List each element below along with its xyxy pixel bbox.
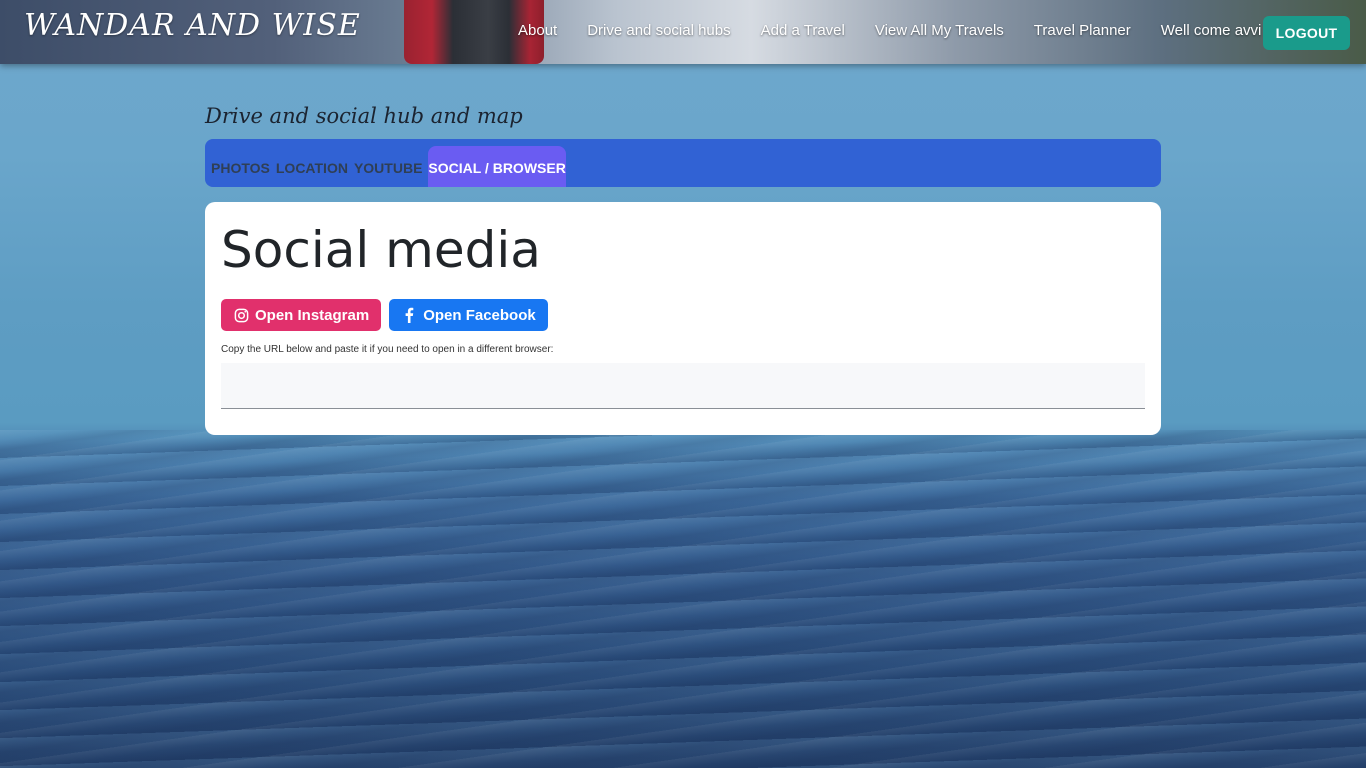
open-facebook-button[interactable]: Open Facebook — [389, 299, 548, 331]
tab-youtube[interactable]: YOUTUBE — [354, 146, 422, 187]
ocean-background — [0, 430, 1366, 768]
facebook-icon — [401, 307, 417, 323]
logout-button[interactable]: LOGOUT — [1263, 16, 1350, 50]
open-instagram-button[interactable]: Open Instagram — [221, 299, 382, 331]
social-button-row: Open Instagram Open Facebook — [221, 299, 1145, 331]
nav-add-travel[interactable]: Add a Travel — [761, 22, 845, 44]
social-heading: Social media — [221, 221, 541, 279]
open-facebook-label: Open Facebook — [423, 306, 536, 324]
tab-location[interactable]: LOCATION — [276, 146, 348, 187]
instagram-icon — [233, 307, 249, 323]
main-nav: About Drive and social hubs Add a Travel… — [518, 22, 1261, 44]
nav-welcome-user[interactable]: Well come avvi — [1161, 22, 1262, 44]
hub-tabbar: PHOTOS LOCATION YOUTUBE SOCIAL / BROWSER — [205, 139, 1161, 187]
nav-travel-planner[interactable]: Travel Planner — [1034, 22, 1131, 44]
tab-social-browser[interactable]: SOCIAL / BROWSER — [428, 146, 566, 187]
brand-logo[interactable]: WANDAR AND WISE — [24, 8, 361, 43]
open-instagram-label: Open Instagram — [255, 306, 370, 324]
url-field[interactable] — [221, 363, 1145, 409]
nav-drive-social-hubs[interactable]: Drive and social hubs — [587, 22, 730, 44]
url-hint: Copy the URL below and paste it if you n… — [221, 344, 554, 355]
social-media-card: Social media Open Instagram Open Faceboo… — [205, 202, 1161, 435]
page-title: Drive and social hub and map — [205, 104, 523, 128]
nav-view-all-travels[interactable]: View All My Travels — [875, 22, 1004, 44]
tab-photos[interactable]: PHOTOS — [211, 146, 270, 187]
nav-about[interactable]: About — [518, 22, 557, 44]
top-navbar: WANDAR AND WISE About Drive and social h… — [0, 0, 1366, 64]
